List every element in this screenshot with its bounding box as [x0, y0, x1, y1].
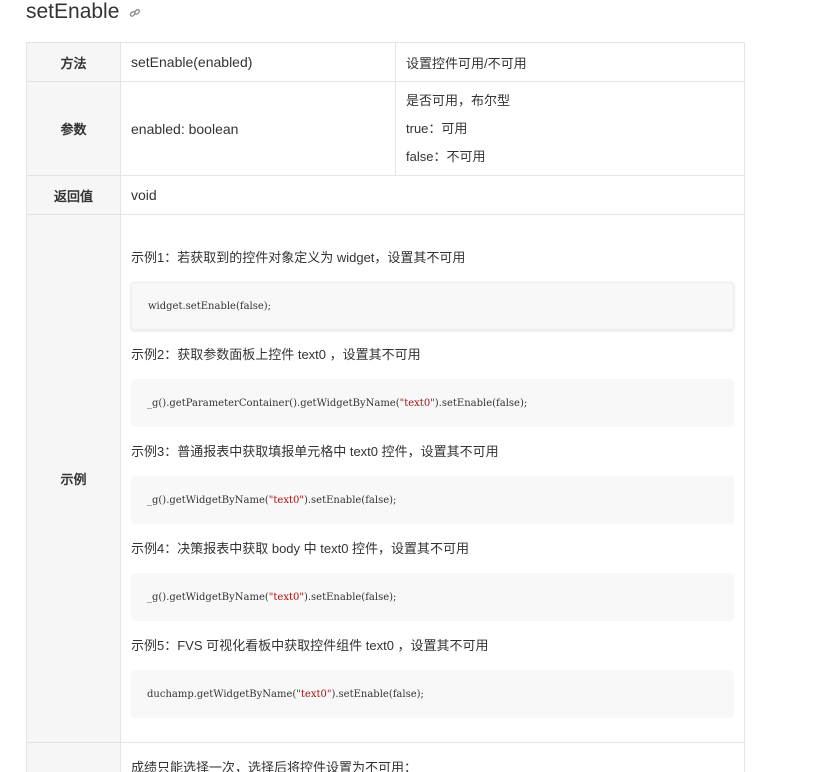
code-block: _g().getWidgetByName("text0").setEnable(… [131, 476, 734, 524]
example-title: 示例4：决策报表中获取 body 中 text0 控件，设置其不可用 [131, 541, 470, 556]
code-text: _g().getParameterContainer().getWidgetBy… [147, 397, 400, 409]
examples-cell: 示例1：若获取到的控件对象定义为 widget，设置其不可用 widget.se… [120, 214, 745, 743]
code-text: ).setEnable(false); [303, 494, 397, 506]
params-label: 参数 [26, 81, 121, 176]
method-signature: setEnable(enabled) [120, 42, 396, 82]
method-row: 方法 setEnable(enabled) 设置控件可用/不可用 [26, 42, 745, 82]
code-text: ).setEnable(false); [434, 397, 528, 409]
code-string: "text0" [268, 494, 304, 506]
code-text: duchamp.getWidgetByName( [147, 688, 297, 700]
returns-value: void [120, 175, 745, 215]
code-block: duchamp.getWidgetByName("text0").setEnab… [131, 670, 734, 718]
code-text: widget.setEnable(false); [148, 300, 272, 312]
code-string: "text0" [399, 397, 435, 409]
param-line: true：可用 [406, 120, 468, 136]
code-block: _g().getParameterContainer().getWidgetBy… [131, 379, 734, 427]
next-row-label [26, 742, 121, 772]
method-heading: setEnable [26, 0, 141, 26]
code-string: "text0" [268, 591, 304, 603]
code-block: widget.setEnable(false); [131, 282, 734, 330]
method-label: 方法 [26, 42, 121, 82]
example-title: 示例2：获取参数面板上控件 text0 ，设置其不可用 [131, 347, 421, 362]
code-text: _g().getWidgetByName( [147, 494, 269, 506]
examples-label: 示例 [26, 214, 121, 743]
next-row-text: 成绩只能选择一次，选择后将控件设置为不可用： [131, 760, 418, 772]
param-line: 是否可用，布尔型 [406, 92, 511, 108]
doc-page: setEnable 方法 setEnable(enabled) 设置控件可用/不… [0, 0, 813, 772]
method-description: 设置控件可用/不可用 [395, 42, 745, 82]
code-text: ).setEnable(false); [303, 591, 397, 603]
heading-title: setEnable [26, 0, 120, 23]
api-table: 方法 setEnable(enabled) 设置控件可用/不可用 参数 enab… [26, 42, 745, 772]
example-title: 示例3：普通报表中获取填报单元格中 text0 控件，设置其不可用 [131, 444, 499, 459]
next-row-cell: 成绩只能选择一次，选择后将控件设置为不可用： [120, 742, 745, 772]
param-line: false：不可用 [406, 148, 486, 164]
params-row: 参数 enabled: boolean 是否可用，布尔型 true：可用 fal… [26, 81, 745, 176]
next-example-row: 成绩只能选择一次，选择后将控件设置为不可用： [26, 742, 745, 772]
code-block: _g().getWidgetByName("text0").setEnable(… [131, 573, 734, 621]
param-name: enabled: boolean [120, 81, 396, 176]
examples-row: 示例 示例1：若获取到的控件对象定义为 widget，设置其不可用 widget… [26, 214, 745, 743]
code-text: ).setEnable(false); [331, 688, 424, 700]
code-text: _g().getWidgetByName( [147, 591, 269, 603]
example-title: 示例1：若获取到的控件对象定义为 widget，设置其不可用 [131, 250, 466, 265]
returns-label: 返回值 [26, 175, 121, 215]
param-description: 是否可用，布尔型 true：可用 false：不可用 [395, 81, 745, 176]
returns-row: 返回值 void [26, 175, 745, 215]
link-icon[interactable] [129, 7, 141, 19]
code-string: "text0" [296, 688, 332, 700]
example-title: 示例5：FVS 可视化看板中获取控件组件 text0 ，设置其不可用 [131, 638, 489, 653]
